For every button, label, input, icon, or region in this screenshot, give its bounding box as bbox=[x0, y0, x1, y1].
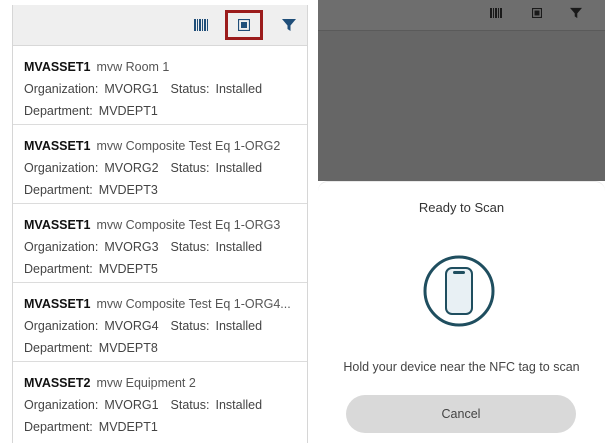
dept-value: MVDEPT1 bbox=[98, 420, 158, 434]
asset-code: MVASSET1 bbox=[24, 297, 91, 311]
nfc-scan-screen: Ready to Scan Hold your device near the … bbox=[318, 0, 605, 443]
dept-label: Department: bbox=[24, 104, 93, 118]
org-value: MVORG1 bbox=[104, 398, 159, 412]
asset-title: mvw Composite Test Eq 1-ORG2 bbox=[96, 139, 281, 153]
asset-title: mvw Composite Test Eq 1-ORG3 bbox=[96, 218, 281, 232]
dept-label: Department: bbox=[24, 341, 93, 355]
asset-code: MVASSET2 bbox=[24, 376, 91, 390]
asset-code: MVASSET1 bbox=[24, 139, 91, 153]
org-value: MVORG4 bbox=[104, 319, 159, 333]
status-value: Installed bbox=[215, 319, 263, 333]
status-label: Status: bbox=[170, 319, 210, 333]
status-value: Installed bbox=[215, 82, 263, 96]
barcode-scan-icon bbox=[194, 19, 208, 31]
list-item[interactable]: MVASSET1 mvw Composite Test Eq 1-ORG2 Org… bbox=[13, 125, 307, 204]
filter-icon bbox=[282, 19, 296, 31]
asset-code: MVASSET1 bbox=[24, 60, 91, 74]
nfc-scan-button-dimmed bbox=[527, 3, 547, 23]
status-label: Status: bbox=[170, 161, 210, 175]
barcode-scan-icon bbox=[490, 8, 502, 18]
dimmed-background[interactable] bbox=[318, 0, 605, 181]
cancel-button[interactable]: Cancel bbox=[346, 395, 576, 433]
nfc-scan-icon bbox=[238, 19, 250, 31]
dept-label: Department: bbox=[24, 262, 93, 276]
list-item[interactable]: MVASSET1 mvw Composite Test Eq 1-ORG3 Org… bbox=[13, 204, 307, 283]
status-label: Status: bbox=[170, 82, 210, 96]
org-value: MVORG3 bbox=[104, 240, 159, 254]
dept-value: MVDEPT1 bbox=[98, 104, 158, 118]
ready-to-scan-sheet: Ready to Scan Hold your device near the … bbox=[318, 181, 605, 443]
filter-icon bbox=[570, 7, 582, 19]
asset-code: MVASSET1 bbox=[24, 218, 91, 232]
nfc-scan-icon bbox=[532, 8, 542, 18]
list-toolbar bbox=[13, 5, 307, 46]
list-item[interactable]: MVASSET1 mvw Composite Test Eq 1-ORG4... … bbox=[13, 283, 307, 362]
nfc-scan-button[interactable] bbox=[225, 10, 263, 40]
barcode-scan-button-dimmed bbox=[486, 3, 506, 23]
status-value: Installed bbox=[215, 240, 263, 254]
scan-instruction: Hold your device near the NFC tag to sca… bbox=[343, 360, 580, 374]
dimmed-toolbar bbox=[318, 0, 605, 31]
filter-button-dimmed bbox=[566, 3, 586, 23]
org-value: MVORG1 bbox=[104, 82, 159, 96]
status-value: Installed bbox=[215, 398, 263, 412]
dept-value: MVDEPT5 bbox=[98, 262, 158, 276]
asset-title: mvw Room 1 bbox=[96, 60, 170, 74]
dept-value: MVDEPT3 bbox=[98, 183, 158, 197]
dept-label: Department: bbox=[24, 420, 93, 434]
filter-button[interactable] bbox=[277, 13, 301, 37]
asset-list: MVASSET1 mvw Room 1 Organization: MVORG1 St… bbox=[13, 46, 307, 441]
status-label: Status: bbox=[170, 398, 210, 412]
org-label: Organization: bbox=[24, 161, 99, 175]
barcode-scan-button[interactable] bbox=[189, 13, 213, 37]
asset-title: mvw Composite Test Eq 1-ORG4... bbox=[96, 297, 291, 311]
phone-icon bbox=[422, 254, 496, 328]
org-label: Organization: bbox=[24, 240, 99, 254]
dept-label: Department: bbox=[24, 183, 93, 197]
org-label: Organization: bbox=[24, 82, 99, 96]
asset-list-screen: MVASSET1 mvw Room 1 Organization: MVORG1 St… bbox=[12, 5, 308, 443]
org-label: Organization: bbox=[24, 319, 99, 333]
list-item[interactable]: MVASSET2 mvw Equipment 2 Organization: MVO… bbox=[13, 362, 307, 441]
asset-title: mvw Equipment 2 bbox=[96, 376, 196, 390]
list-item[interactable]: MVASSET1 mvw Room 1 Organization: MVORG1 St… bbox=[13, 46, 307, 125]
org-label: Organization: bbox=[24, 398, 99, 412]
status-label: Status: bbox=[170, 240, 210, 254]
dept-value: MVDEPT8 bbox=[98, 341, 158, 355]
status-value: Installed bbox=[215, 161, 263, 175]
sheet-title: Ready to Scan bbox=[418, 200, 505, 215]
org-value: MVORG2 bbox=[104, 161, 159, 175]
